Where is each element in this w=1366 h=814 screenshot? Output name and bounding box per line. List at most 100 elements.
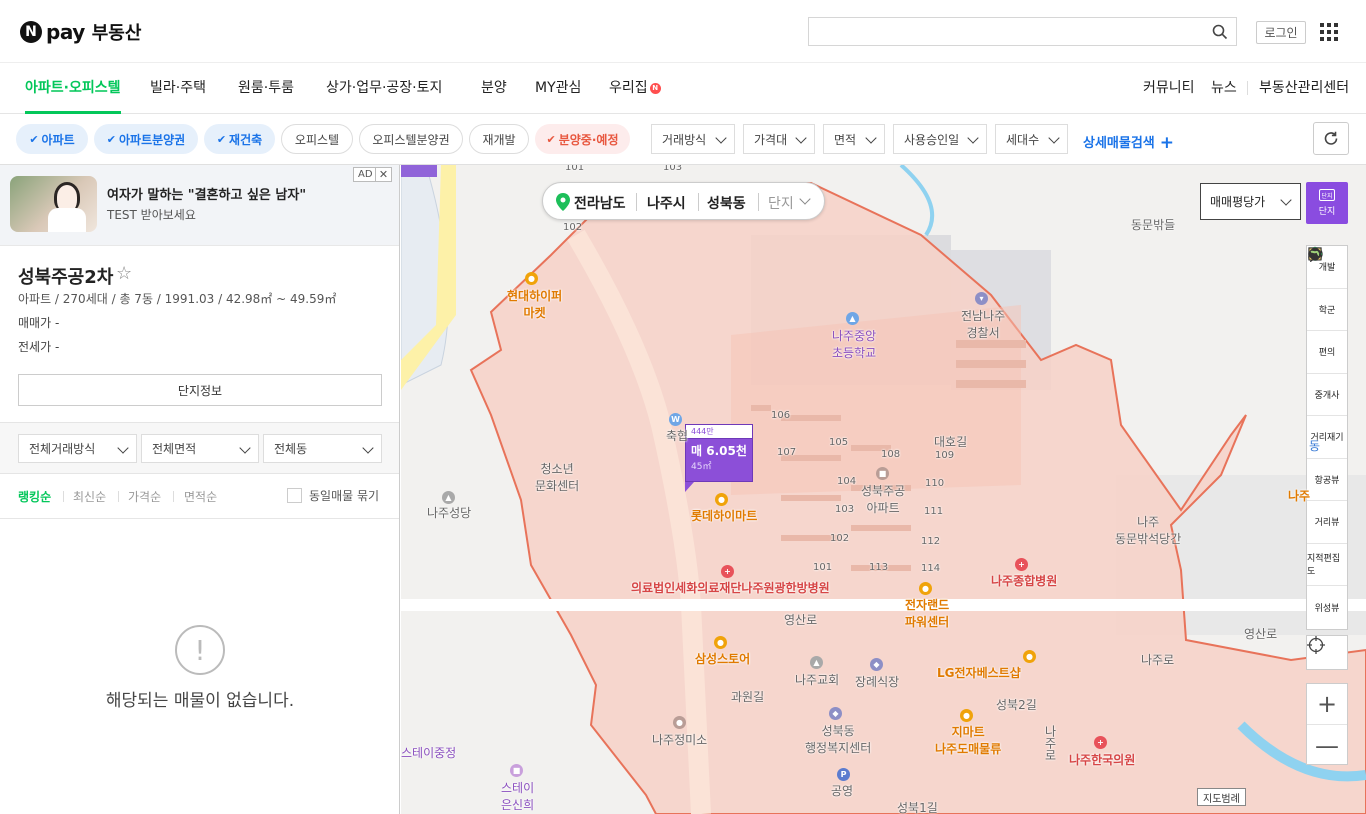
poi-chukhyup[interactable]: 축협 [666, 427, 688, 444]
apartment-icon[interactable]: ■ [876, 467, 889, 480]
dropdown-household-count[interactable]: 세대수 [995, 124, 1068, 154]
link-management-center[interactable]: 부동산관리센터 [1259, 63, 1349, 114]
price-per-pyeong-select[interactable]: 매매평당가 [1200, 183, 1301, 220]
location-breadcrumb[interactable]: 전라남도 나주시 성북동 단지 [542, 182, 825, 220]
map-legend-button[interactable]: 지도범례 [1197, 788, 1246, 806]
dropdown-price-range[interactable]: 가격대 [743, 124, 815, 154]
dropdown-approval-date[interactable]: 사용승인일 [893, 124, 987, 154]
poi-wonkwang-oriental-hospital[interactable]: 의료법인세화의료재단나주원광한방병원 [631, 579, 830, 596]
dropdown-all-areas[interactable]: 전체면적 [141, 434, 259, 463]
tool-agents[interactable]: 중개사 [1307, 247, 1347, 416]
tab-apartment-officetel[interactable]: 아파트·오피스텔 [25, 63, 121, 114]
poi-lotte-himart[interactable]: 롯데하이마트 [691, 507, 757, 524]
poi-samsung-store[interactable]: 삼성스토어 [695, 650, 750, 667]
poi-naju-rice-mill[interactable]: 나주정미소 [652, 731, 707, 748]
current-location-button[interactable] [1306, 635, 1348, 670]
poi-youth-culture-center[interactable]: 청소년 문화센터 [535, 460, 579, 494]
shopping-icon[interactable]: ● [525, 272, 538, 285]
poi-lg-bestshop[interactable]: LG전자베스트샵 [937, 664, 1021, 681]
poi-stay-jungjeong[interactable]: 스테이중정 [401, 744, 456, 761]
poi-naju-korea-clinic[interactable]: 나주한국의원 [1069, 751, 1135, 768]
sort-area[interactable]: 면적순 [184, 488, 217, 505]
poi-funeral-hall[interactable]: 장례식장 [855, 673, 899, 690]
sort-ranking[interactable]: 랭킹순 [18, 488, 51, 505]
price-marker[interactable]: 444만 매 6.05천 45㎡ [685, 424, 753, 492]
tool-satellite-view[interactable]: 위성뷰 [1307, 248, 1347, 629]
poi-naju-general-hospital[interactable]: 나주종합병원 [991, 572, 1057, 589]
dropdown-trade-type[interactable]: 거래방식 [651, 124, 735, 154]
link-community[interactable]: 커뮤니티 [1143, 63, 1195, 114]
sort-price[interactable]: 가격순 [128, 488, 161, 505]
location-complex[interactable]: 단지 [768, 193, 794, 213]
poi-naju-cathedral[interactable]: 나주성당 [427, 504, 471, 521]
tab-presale[interactable]: 분양 [481, 63, 507, 114]
tool-street-view[interactable]: 거리뷰 [1307, 247, 1347, 544]
search-icon[interactable] [1212, 24, 1228, 40]
favorite-star-icon[interactable]: ☆ [116, 263, 132, 284]
zoom-in-button[interactable]: + [1307, 684, 1347, 725]
ad-tag[interactable]: AD [353, 167, 378, 182]
naver-pay-real-estate-logo[interactable]: N pay 부동산 [20, 20, 141, 44]
tab-my-interest[interactable]: MY관심 [535, 63, 581, 114]
poi-naju-dongmun-seokdanggan[interactable]: 나주 동문밖석당간 [1115, 513, 1181, 547]
poi-hyundai-hypermarket[interactable]: 현대하이퍼 마켓 [507, 287, 562, 321]
tab-villa-house[interactable]: 빌라·주택 [150, 63, 206, 114]
login-button[interactable]: 로그인 [1256, 21, 1306, 44]
tool-school-district[interactable]: 학군 [1307, 248, 1347, 331]
dropdown-area[interactable]: 면적 [823, 124, 885, 154]
poi-naju-church[interactable]: 나주교회 [795, 671, 839, 688]
tool-cadastral-map[interactable]: 지적편집도 [1307, 247, 1347, 586]
location-dong[interactable]: 성북동 [707, 193, 746, 213]
dropdown-all-buildings[interactable]: 전체동 [263, 434, 382, 463]
chip-presale-upcoming[interactable]: ✔ 분양중·예정 [535, 124, 630, 154]
government-office-icon[interactable]: ◆ [829, 707, 842, 720]
sort-latest[interactable]: 최신순 [73, 488, 106, 505]
shopping-icon[interactable]: ● [960, 709, 973, 722]
poi-naju-central-elementary[interactable]: 나주중앙 초등학교 [832, 327, 876, 361]
complex-info-button[interactable]: 단지정보 [18, 374, 382, 406]
app-grid-icon[interactable] [1320, 23, 1338, 41]
location-city[interactable]: 나주시 [647, 193, 686, 213]
refresh-button[interactable] [1313, 122, 1349, 155]
hospital-icon[interactable]: + [1094, 736, 1107, 749]
tab-commercial[interactable]: 상가·업무·공장·토지 [326, 63, 442, 114]
tab-my-home[interactable]: 우리집 N [609, 63, 661, 114]
funeral-icon[interactable]: ◆ [870, 658, 883, 671]
poi-stay-eunshinhee[interactable]: 스테이 은신희 [501, 779, 534, 813]
location-province[interactable]: 전라남도 [574, 193, 626, 213]
school-marker-icon[interactable]: ▲ [846, 312, 859, 325]
ad-close-icon[interactable]: ✕ [375, 167, 392, 182]
group-same-listings-checkbox[interactable]: 동일매물 묶기 [287, 487, 379, 504]
tool-convenience[interactable]: 편의 [1307, 247, 1347, 374]
complex-toggle-button[interactable]: 단지 단지 [1306, 182, 1348, 224]
chip-redevelopment[interactable]: 재개발 [469, 124, 529, 154]
hospital-icon[interactable]: + [1015, 558, 1028, 571]
poi-seongbuk-community-center[interactable]: 성북동 행정복지센터 [805, 722, 871, 756]
shopping-icon[interactable]: ● [715, 493, 728, 506]
shopping-icon[interactable]: ● [919, 582, 932, 595]
zoom-out-button[interactable]: — [1307, 725, 1347, 766]
bank-icon[interactable]: W [669, 413, 682, 426]
church-icon[interactable]: ▲ [810, 656, 823, 669]
chip-apartment-presale-right[interactable]: ✔ 아파트분양권 [94, 124, 198, 154]
lodging-icon[interactable]: ■ [510, 764, 523, 777]
tool-aerial-view[interactable]: 항공뷰 [1307, 247, 1347, 501]
chip-reconstruction[interactable]: ✔ 재건축 [204, 124, 275, 154]
map-view[interactable]: 전라남도 나주시 성북동 단지 매매평당가 단지 단지 개발 학군 편의 중개사 … [401, 165, 1366, 814]
hospital-icon[interactable]: + [721, 565, 734, 578]
link-news[interactable]: 뉴스 [1211, 63, 1237, 114]
poi-g-mart[interactable]: 지마트 나주도매물류 [935, 723, 1001, 757]
ad-banner[interactable]: 여자가 말하는 "결혼하고 싶은 남자" TEST 받아보세요 AD ✕ [0, 165, 399, 245]
search-input[interactable] [809, 18, 1199, 45]
detail-search-button[interactable]: 상세매물검색 + [1083, 132, 1174, 153]
tab-oneroom[interactable]: 원룸·투룸 [238, 63, 294, 114]
poi-public-parking[interactable]: 공영 [831, 782, 853, 799]
chip-officetel-presale-right[interactable]: 오피스텔분양권 [359, 124, 463, 154]
shopping-icon[interactable]: ● [714, 636, 727, 649]
church-icon[interactable]: ▲ [442, 491, 455, 504]
dropdown-all-trade-types[interactable]: 전체거래방식 [18, 434, 137, 463]
poi-seongbuk-jugong-apartment[interactable]: 성북주공 아파트 [861, 482, 905, 516]
chip-apartment[interactable]: ✔ 아파트 [16, 124, 88, 154]
landmark-icon[interactable]: ● [673, 716, 686, 729]
police-icon[interactable]: ▾ [975, 292, 988, 305]
